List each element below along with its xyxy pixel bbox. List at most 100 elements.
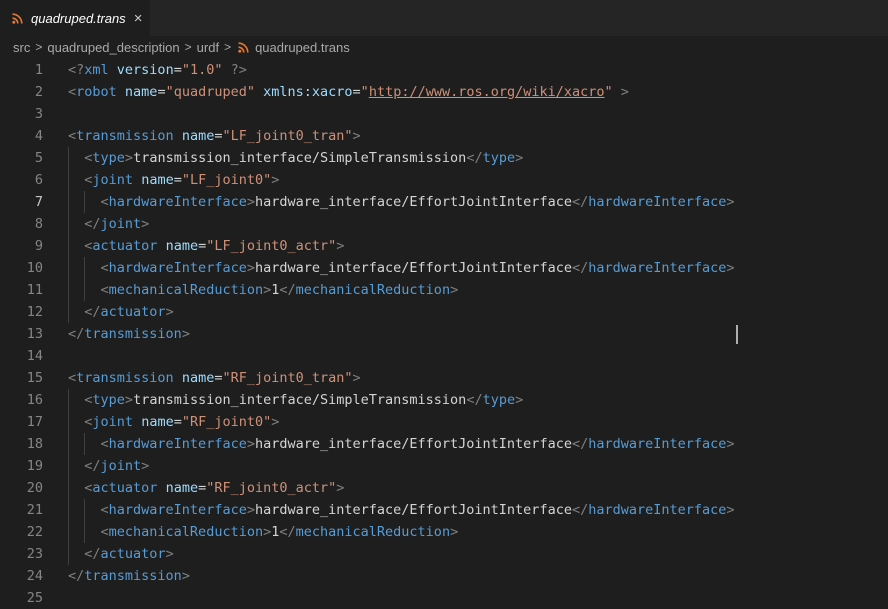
code-line[interactable]: 16 <type>transmission_interface/SimpleTr…	[0, 389, 888, 411]
code-text: <joint name="LF_joint0">	[84, 172, 280, 188]
line-number: 6	[34, 172, 43, 188]
code-text: <mechanicalReduction>1</mechanicalReduct…	[100, 282, 459, 298]
code-text: </actuator>	[84, 304, 174, 320]
code-line[interactable]: 9 <actuator name="LF_joint0_actr">	[0, 235, 888, 257]
breadcrumb-item-file[interactable]: quadruped.trans	[255, 40, 350, 55]
indent-guide	[68, 411, 69, 433]
code-line[interactable]: 23 </actuator>	[0, 543, 888, 565]
code-text: <joint name="RF_joint0">	[84, 414, 280, 430]
indent-guide	[84, 499, 86, 521]
code-line[interactable]: 1 <?xml version="1.0" ?>	[0, 59, 888, 81]
line-number: 23	[26, 546, 43, 562]
code-line[interactable]: 22 <mechanicalReduction>1</mechanicalRed…	[0, 521, 888, 543]
code-text: <hardwareInterface>hardware_interface/Ef…	[100, 502, 735, 518]
chevron-right-icon: >	[224, 40, 232, 54]
code-text: <type>transmission_interface/SimpleTrans…	[84, 150, 524, 166]
indent-guide	[68, 389, 69, 411]
code-line[interactable]: 7 <hardwareInterface>hardware_interface/…	[0, 191, 888, 344]
indent-guide	[68, 191, 69, 213]
code-line[interactable]: 19 </joint>	[0, 455, 888, 477]
tab-quadruped-trans[interactable]: quadruped.trans ×	[0, 0, 150, 36]
code-text: <hardwareInterface>hardware_interface/Ef…	[100, 194, 735, 210]
code-text: <?xml version="1.0" ?>	[68, 62, 247, 78]
code-line[interactable]: 5 <type>transmission_interface/SimpleTra…	[0, 147, 888, 169]
code-text: <robot name="quadruped" xmlns:xacro="htt…	[68, 84, 629, 100]
chevron-right-icon: >	[184, 40, 192, 54]
line-number: 24	[26, 568, 43, 584]
breadcrumb-item-urdf[interactable]: urdf	[197, 40, 219, 55]
code-line[interactable]: 6 <joint name="LF_joint0">	[0, 169, 888, 191]
line-number: 10	[26, 260, 43, 276]
line-number: 25	[26, 590, 43, 606]
line-number: 2	[34, 84, 43, 100]
code-text: <transmission name="LF_joint0_tran">	[68, 128, 361, 144]
breadcrumb: src > quadruped_description > urdf > qua…	[0, 36, 888, 58]
code-text: </joint>	[84, 458, 150, 474]
rss-icon	[238, 41, 249, 53]
code-text: <hardwareInterface>hardware_interface/Ef…	[100, 436, 735, 452]
line-number: 14	[26, 348, 43, 364]
indent-guide	[84, 191, 86, 213]
code-text: </joint>	[84, 216, 150, 232]
breadcrumb-item-quadruped-description[interactable]: quadruped_description	[47, 40, 179, 55]
indent-guide	[68, 235, 69, 257]
indent-guide	[84, 433, 86, 455]
tab-label: quadruped.trans	[31, 10, 126, 26]
line-number: 12	[26, 304, 43, 320]
line-number: 8	[34, 216, 43, 232]
code-text: <actuator name="RF_joint0_actr">	[84, 480, 345, 496]
code-line[interactable]: 2 <robot name="quadruped" xmlns:xacro="ht…	[0, 81, 888, 103]
code-text: <hardwareInterface>hardware_interface/Ef…	[100, 260, 735, 276]
line-number: 20	[26, 480, 43, 496]
line-number: 15	[26, 370, 43, 386]
indent-guide	[68, 543, 69, 565]
line-number: 7	[34, 194, 43, 210]
code-line[interactable]: 20 <actuator name="RF_joint0_actr">	[0, 477, 888, 499]
code-line[interactable]: 14	[0, 345, 888, 367]
indent-guide	[84, 521, 86, 543]
code-line[interactable]: 8 </joint>	[0, 213, 888, 235]
code-text: </transmission>	[68, 568, 190, 584]
line-number: 3	[34, 106, 43, 122]
code-line[interactable]: 4 <transmission name="LF_joint0_tran">	[0, 125, 888, 147]
code-line[interactable]: 17 <joint name="RF_joint0">	[0, 411, 888, 433]
line-number: 4	[34, 128, 43, 144]
code-text: <mechanicalReduction>1</mechanicalReduct…	[100, 524, 459, 540]
indent-guide	[68, 455, 69, 477]
line-number: 5	[34, 150, 43, 166]
code-editor[interactable]: 1 <?xml version="1.0" ?> 2 <robot name="qua…	[0, 59, 888, 606]
indent-guide	[68, 433, 69, 455]
indent-guide	[68, 499, 69, 521]
line-number: 11	[26, 282, 43, 298]
code-text: <transmission name="RF_joint0_tran">	[68, 370, 361, 386]
line-number: 16	[26, 392, 43, 408]
close-icon[interactable]: ×	[134, 11, 143, 26]
code-line[interactable]: 10 <hardwareInterface>hardware_interface…	[0, 257, 888, 279]
indent-guide	[68, 521, 69, 543]
line-number: 21	[26, 502, 43, 518]
indent-guide	[68, 257, 69, 279]
code-text: <type>transmission_interface/SimpleTrans…	[84, 392, 524, 408]
breadcrumb-item-src[interactable]: src	[13, 40, 30, 55]
code-line[interactable]: 12 </actuator>	[0, 301, 888, 323]
code-line[interactable]: 18 <hardwareInterface>hardware_interface…	[0, 433, 888, 455]
code-line[interactable]: 15 <transmission name="RF_joint0_tran">	[0, 367, 888, 389]
indent-guide	[68, 477, 69, 499]
code-line[interactable]: 11 <mechanicalReduction>1</mechanicalRed…	[0, 279, 888, 301]
code-line[interactable]: 24 </transmission>	[0, 565, 888, 587]
rss-icon	[12, 12, 23, 24]
code-text: </actuator>	[84, 546, 174, 562]
code-text: <actuator name="LF_joint0_actr">	[84, 238, 345, 254]
indent-guide	[68, 213, 69, 235]
indent-guide	[84, 279, 86, 301]
code-text: </transmission>	[68, 326, 190, 342]
code-line[interactable]: 21 <hardwareInterface>hardware_interface…	[0, 499, 888, 521]
line-number: 1	[34, 62, 43, 78]
indent-guide	[68, 279, 69, 301]
indent-guide	[84, 257, 86, 279]
chevron-right-icon: >	[35, 40, 43, 54]
code-line[interactable]: 3	[0, 103, 888, 125]
code-line[interactable]: 25	[0, 587, 888, 609]
code-line[interactable]: 13 </transmission>	[0, 323, 888, 345]
line-number: 9	[34, 238, 43, 254]
